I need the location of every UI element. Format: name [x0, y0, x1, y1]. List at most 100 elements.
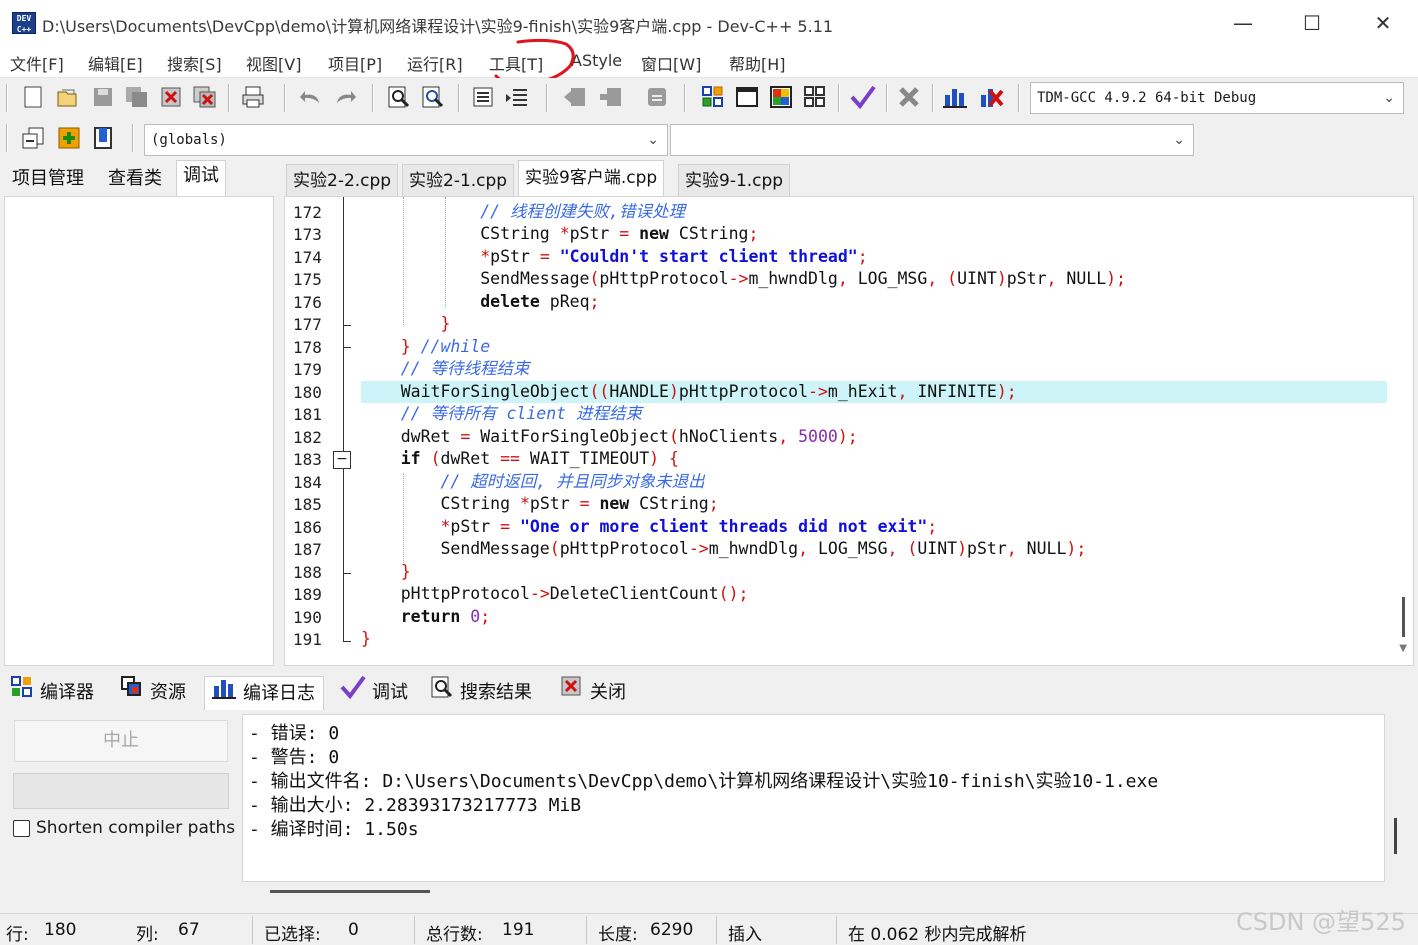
fold-end-marker [343, 573, 351, 574]
unindent-icon[interactable] [504, 84, 530, 110]
status-parse-message: 在 0.062 秒内完成解析 [848, 925, 1027, 945]
bottom-panel-tabs: 编译器 资源 编译日志 调试 搜索结果 关闭 [0, 672, 1418, 712]
close-all-icon[interactable] [192, 84, 218, 110]
line-number: 172 [293, 203, 322, 222]
compile-run-icon[interactable] [768, 84, 794, 110]
menu-edit[interactable]: 编辑[E] [88, 51, 143, 75]
insert-icon[interactable] [20, 125, 46, 151]
code-editor[interactable]: 172 173 174 175 176 177 178 179 180 181 … [284, 196, 1414, 666]
class-toolbar: (globals) ⌄ ⌄ [0, 118, 1418, 160]
code-line: dwRet = WaitForSingleObject(hNoClients, … [361, 427, 858, 446]
tab-debug[interactable]: 调试 [176, 160, 226, 196]
save-all-icon[interactable] [124, 84, 150, 110]
line-number: 185 [293, 495, 322, 514]
code-line: } [361, 629, 371, 648]
redo-icon[interactable] [332, 84, 358, 110]
shorten-paths-checkbox[interactable] [13, 819, 30, 837]
code-line: // 线程创建失败,错误处理 [361, 202, 685, 221]
stop-button[interactable]: 中止 [14, 720, 228, 762]
find-icon[interactable] [386, 84, 412, 110]
syntax-check-icon[interactable] [850, 84, 876, 110]
tab-file-2-1[interactable]: 实验2-1.cpp [402, 164, 515, 196]
compiler-select[interactable]: TDM-GCC 4.9.2 64-bit Debug ⌄ [1030, 82, 1404, 114]
toggle-comment-icon[interactable] [644, 84, 670, 110]
close-button[interactable]: ✕ [1360, 8, 1406, 38]
print-icon[interactable] [240, 84, 266, 110]
main-toolbar: TDM-GCC 4.9.2 64-bit Debug ⌄ [0, 78, 1418, 118]
bookmark-icon[interactable] [90, 125, 116, 151]
close-file-icon[interactable] [158, 84, 184, 110]
run-icon[interactable] [734, 84, 760, 110]
tab-compile-log[interactable]: 编译日志 [204, 676, 324, 710]
menu-view[interactable]: 视图[V] [246, 51, 301, 75]
tab-class-browser[interactable]: 查看类 [102, 164, 168, 196]
new-file-icon[interactable] [20, 84, 46, 110]
code-line: SendMessage(pHttpProtocol->m_hwndDlg, LO… [361, 539, 1087, 558]
compiler-select-value: TDM-GCC 4.9.2 64-bit Debug [1037, 90, 1257, 106]
window-title: D:\Users\Documents\DevCpp\demo\计算机网络课程设计… [42, 17, 834, 36]
search-icon [430, 675, 454, 711]
clean-icon[interactable] [896, 84, 922, 110]
tab-compiler[interactable]: 编译器 [10, 676, 94, 710]
code-line: *pStr = "Couldn't start client thread"; [480, 247, 868, 266]
undo-icon[interactable] [298, 84, 324, 110]
tab-close[interactable]: 关闭 [560, 676, 626, 710]
tab-debug-output[interactable]: 调试 [340, 675, 408, 710]
tab-file-9-1[interactable]: 实验9-1.cpp [678, 164, 791, 196]
fold-line [343, 197, 344, 327]
save-icon[interactable] [90, 84, 116, 110]
line-number: 175 [293, 270, 322, 289]
indent-icon[interactable] [470, 84, 496, 110]
chevron-down-icon: ⌄ [1173, 132, 1185, 148]
fold-end-marker [343, 325, 351, 326]
status-col-label: 列: [136, 925, 159, 945]
line-number: 178 [293, 338, 322, 357]
menu-file[interactable]: 文件[F] [10, 51, 64, 75]
line-number: 184 [293, 473, 322, 492]
line-number: 190 [293, 608, 322, 627]
tab-file-9-client[interactable]: 实验9客户端.cpp [518, 160, 665, 196]
code-line: delete pReq; [480, 292, 600, 311]
menu-help[interactable]: 帮助[H] [729, 51, 786, 75]
prev-page-icon[interactable] [562, 84, 588, 110]
scope-select[interactable]: (globals) ⌄ [144, 124, 668, 156]
fold-end-marker [343, 347, 351, 348]
line-number: 183 [293, 450, 322, 469]
compile-icon[interactable] [700, 84, 726, 110]
app-icon: DEV C++ [12, 12, 36, 34]
replace-icon[interactable] [420, 84, 446, 110]
editor-scrollbar-thumb[interactable] [1402, 597, 1405, 637]
status-lines-label: 总行数: [426, 925, 483, 945]
menu-project[interactable]: 项目[P] [328, 51, 382, 75]
code-line: } [400, 562, 411, 581]
delete-profile-icon[interactable] [978, 84, 1004, 110]
debug-panel [4, 196, 274, 666]
minimize-button[interactable]: — [1220, 8, 1266, 38]
resources-icon [120, 675, 144, 711]
tab-search-results[interactable]: 搜索结果 [430, 676, 532, 710]
menu-window[interactable]: 窗口[W] [641, 51, 701, 75]
log-hscrollbar-thumb[interactable] [270, 890, 430, 893]
tab-file-2-2[interactable]: 实验2-2.cpp [286, 164, 399, 196]
code-line: CString *pStr = new CString; [361, 224, 759, 243]
open-file-icon[interactable] [54, 84, 80, 110]
status-row-value: 180 [44, 920, 77, 940]
goto-declaration-icon[interactable] [56, 125, 82, 151]
shorten-paths-option[interactable]: Shorten compiler paths [13, 818, 235, 838]
menu-run[interactable]: 运行[R] [407, 51, 463, 75]
rebuild-icon[interactable] [802, 84, 828, 110]
title-bar: DEV C++ D:\Users\Documents\DevCpp\demo\计… [0, 0, 1418, 46]
scroll-down-icon[interactable]: ▼ [1399, 643, 1407, 654]
line-number: 177 [293, 315, 322, 334]
fold-toggle-icon[interactable]: − [333, 451, 351, 469]
next-page-icon[interactable] [598, 84, 624, 110]
profile-icon[interactable] [942, 84, 968, 110]
member-select[interactable]: ⌄ [670, 124, 1194, 156]
log-scrollbar-thumb[interactable] [1394, 818, 1397, 854]
status-length-label: 长度: [598, 925, 638, 945]
tab-resources[interactable]: 资源 [120, 676, 186, 710]
maximize-button[interactable]: ☐ [1289, 8, 1335, 38]
menu-search[interactable]: 搜索[S] [167, 51, 222, 75]
tab-project-manager[interactable]: 项目管理 [6, 164, 90, 196]
status-insert-mode: 插入 [728, 925, 762, 945]
